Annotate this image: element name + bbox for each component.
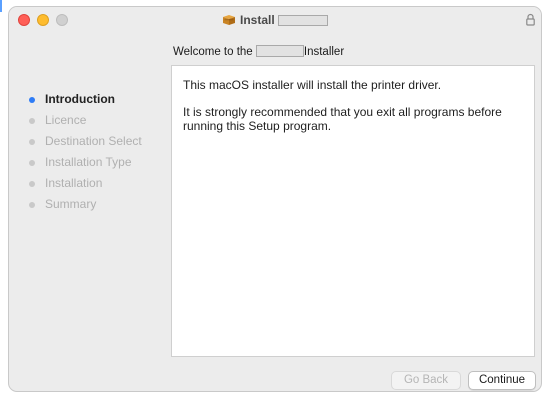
step-indicator-dot	[29, 118, 35, 124]
window-title: Install	[9, 12, 541, 28]
step-label: Introduction	[45, 92, 115, 106]
step-installation-type: Installation Type	[29, 152, 142, 173]
lock-icon	[526, 13, 535, 26]
step-label: Installation Type	[45, 155, 132, 169]
step-label: Installation	[45, 176, 103, 190]
continue-button[interactable]: Continue	[468, 371, 536, 390]
introduction-content-pane[interactable]: This macOS installer will install the pr…	[171, 65, 535, 357]
title-bar[interactable]: Install	[9, 7, 541, 33]
installer-window: Install Welcome to the Installer Introdu…	[8, 6, 542, 392]
step-indicator-dot	[29, 97, 35, 103]
step-licence: Licence	[29, 110, 142, 131]
intro-paragraph-1: This macOS installer will install the pr…	[183, 78, 442, 92]
step-summary: Summary	[29, 194, 142, 215]
step-introduction: Introduction	[29, 89, 142, 110]
welcome-suffix: Installer	[303, 46, 345, 58]
step-indicator-dot	[29, 181, 35, 187]
welcome-prefix: Welcome to the	[173, 46, 253, 58]
step-installation: Installation	[29, 173, 142, 194]
intro-paragraph-2: It is strongly recommended that you exit…	[183, 105, 502, 133]
step-indicator-dot	[29, 202, 35, 208]
redacted-product-name	[255, 45, 304, 57]
installer-package-icon	[222, 14, 236, 26]
go-back-button[interactable]: Go Back	[391, 371, 461, 390]
installer-steps: Introduction Licence Destination Select …	[29, 89, 142, 215]
step-label: Licence	[45, 113, 87, 127]
step-label: Summary	[45, 197, 97, 211]
redacted-title-part	[278, 15, 329, 26]
step-label: Destination Select	[45, 134, 142, 148]
desktop-edge-accent	[0, 0, 2, 12]
step-indicator-dot	[29, 160, 35, 166]
welcome-header: Welcome to the Installer	[173, 45, 344, 58]
step-destination-select: Destination Select	[29, 131, 142, 152]
window-title-text: Install	[239, 13, 275, 27]
step-indicator-dot	[29, 139, 35, 145]
